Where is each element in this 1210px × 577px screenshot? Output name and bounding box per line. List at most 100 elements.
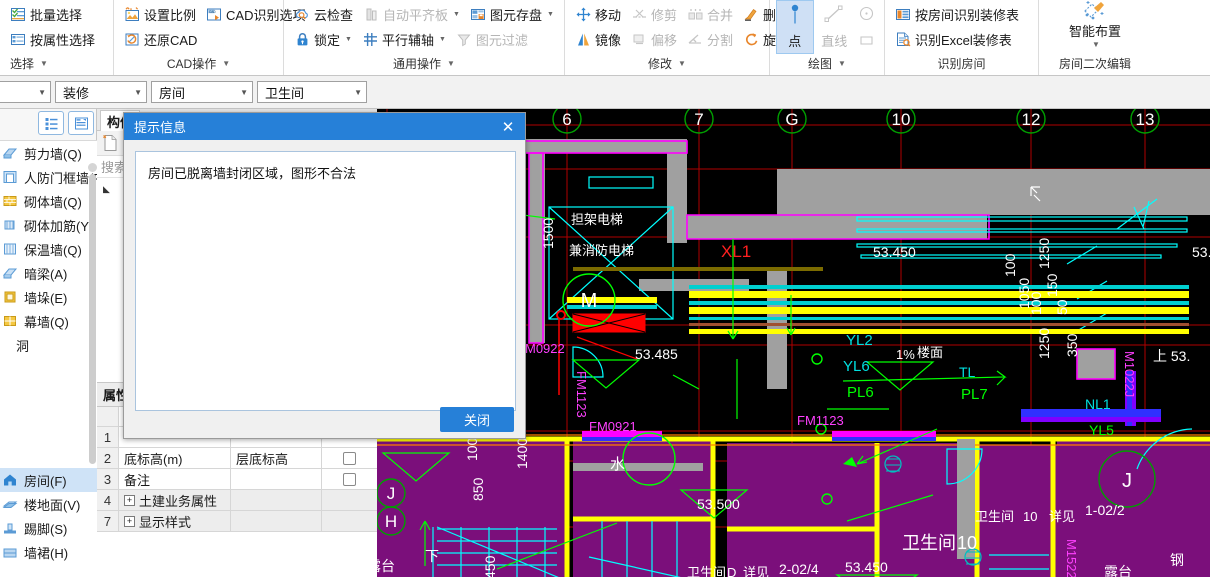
point-tool-label: 点 [788, 34, 802, 49]
batch-select-label: 批量选择 [30, 8, 83, 23]
expand-icon[interactable]: + [124, 494, 135, 506]
chevron-down-icon: ▼ [222, 58, 231, 68]
line-tool-label: 直线 [821, 34, 848, 49]
nav-scroll-up-arrow[interactable] [88, 163, 97, 172]
dialog-message: 房间已脱离墙封闭区域，图形不合法 [148, 166, 357, 181]
move-button[interactable]: 移动 [571, 3, 627, 27]
split-button[interactable]: 分割 [683, 28, 739, 52]
property-lock-checkbox[interactable] [343, 472, 356, 486]
sidebar-item-masonry-rebar[interactable]: 砌体加筋(Y) [0, 213, 97, 237]
dialog-title-text: 提示信息 [134, 120, 187, 135]
property-value[interactable] [231, 469, 322, 489]
auto-align-slab-button[interactable]: 自动平齐板 ▼ [359, 3, 466, 27]
ribbon-group-title-modify[interactable]: 修改 ▼ [571, 52, 763, 74]
rectangle-tool-button[interactable] [855, 29, 878, 53]
combo-discipline[interactable]: 装修 ▼ [55, 81, 147, 103]
cloud-check-button[interactable]: 云检查 [290, 3, 359, 27]
lock-label: 锁定 [314, 33, 341, 48]
save-element-button[interactable]: 图元存盘 ▼ [466, 3, 560, 27]
table-row[interactable]: 7 + 显示样式 [97, 511, 377, 532]
cad-annotation: 详见 [1049, 509, 1075, 524]
merge-button[interactable]: 合并 [683, 3, 739, 27]
point-icon [784, 1, 806, 31]
close-button[interactable]: 关闭 [440, 406, 514, 432]
cad-annotation: D [727, 565, 736, 577]
restore-cad-button[interactable]: 还原CAD [120, 28, 203, 52]
combo-category[interactable]: 房间 ▼ [151, 81, 253, 103]
dialog-message-area: 房间已脱离墙封闭区域，图形不合法 [135, 151, 516, 411]
sidebar-item-label: 房间(F) [24, 473, 67, 489]
sidebar-item-label: 洞 [16, 338, 30, 354]
sidebar-item-opening[interactable]: 洞 [0, 333, 97, 357]
recognize-excel-button[interactable]: 识别Excel装修表 [891, 28, 1018, 52]
trim-button[interactable]: 修剪 [627, 3, 683, 27]
sidebar-item-wainscot[interactable]: 墙裙(H) [0, 540, 97, 564]
property-lock-cell [322, 469, 377, 489]
cad-pipe-label: YL5 [1089, 422, 1114, 438]
chevron-down-icon: ▼ [678, 58, 686, 68]
ribbon-group-title-draw[interactable]: 绘图 ▼ [776, 52, 878, 74]
set-scale-icon [124, 6, 141, 23]
element-filter-button[interactable]: 图元过滤 [452, 28, 534, 52]
sidebar-item-hidden-beam[interactable]: 暗梁(A) [0, 261, 97, 285]
property-name: 土建业务属性 [139, 493, 218, 509]
new-document-icon[interactable] [101, 133, 120, 153]
combo-category-value: 房间 [159, 85, 186, 101]
select-by-property-button[interactable]: 按属性选择 [6, 28, 101, 52]
trim-icon [631, 6, 648, 23]
select-by-property-label: 按属性选择 [30, 33, 96, 48]
property-lock-checkbox[interactable] [343, 451, 356, 465]
smart-layout-button[interactable]: 智能布置 ▼ [1049, 1, 1141, 53]
batch-select-button[interactable]: 批量选择 [6, 3, 88, 27]
rectangle-icon [858, 32, 875, 49]
sidebar-item-floor[interactable]: 楼地面(V) [0, 492, 97, 516]
property-name: 备注 [119, 469, 231, 489]
table-row[interactable]: 4 + 土建业务属性 [97, 490, 377, 511]
sidebar-item-masonry-wall[interactable]: 砌体墙(Q) [0, 189, 97, 213]
ribbon-group-title-select[interactable]: 选择 ▼ [6, 52, 107, 74]
combo-empty[interactable]: ▼ [0, 81, 51, 103]
nav-item-list[interactable]: 剪力墙(Q) 人防门框墙(F) 砌体墙(Q) 砌体加筋(Y) [0, 140, 97, 577]
property-name-group[interactable]: + 显示样式 [119, 511, 231, 531]
ribbon-group-title-cad[interactable]: CAD操作 ▼ [120, 52, 277, 74]
cad-door-label: M1522 [1064, 539, 1079, 577]
table-row[interactable]: 2 底标高(m) 层底标高 [97, 448, 377, 469]
point-tool-button[interactable]: 点 [776, 0, 814, 54]
sidebar-item-skirting[interactable]: 踢脚(S) [0, 516, 97, 540]
combo-type[interactable]: 卫生间 ▼ [257, 81, 367, 103]
tree-collapse-arrow-icon[interactable]: ◣ [103, 184, 110, 194]
row-number-header [97, 407, 119, 426]
mirror-button[interactable]: 镜像 [571, 28, 627, 52]
recognize-by-room-button[interactable]: 按房间识别装修表 [891, 3, 1025, 27]
ribbon-row: 锁定 ▼ 平行辅轴 ▼ 图元过滤 [290, 27, 558, 52]
offset-button[interactable]: 偏移 [627, 28, 683, 52]
table-row[interactable]: 3 备注 [97, 469, 377, 490]
hidden-beam-icon [2, 265, 19, 282]
sidebar-item-curtain-wall[interactable]: 幕墙(Q) [0, 309, 97, 333]
sidebar-item-wall-pier[interactable]: 墙垛(E) [0, 285, 97, 309]
cad-elevation: 53.500 [697, 496, 740, 512]
sidebar-item-room[interactable]: 房间(F) [0, 468, 97, 492]
parallel-axis-button[interactable]: 平行辅轴 ▼ [358, 28, 452, 52]
lock-button[interactable]: 锁定 ▼ [290, 28, 358, 52]
ribbon-group-select: 批量选择 按属性选择 选择 ▼ [0, 0, 114, 75]
chevron-down-icon: ▼ [134, 87, 142, 97]
ribbon-group-title-common[interactable]: 通用操作 ▼ [290, 52, 558, 74]
set-scale-button[interactable]: 设置比例 [120, 3, 202, 27]
expand-icon[interactable]: + [124, 515, 135, 527]
close-icon[interactable]: ✕ [497, 116, 519, 138]
property-name-group[interactable]: + 土建业务属性 [119, 490, 231, 510]
nav-scrollbar-thumb[interactable] [89, 174, 96, 464]
cad-recognize-options-icon: CAD [206, 6, 223, 23]
property-value[interactable]: 层底标高 [231, 448, 322, 468]
circle-tool-button[interactable] [855, 2, 878, 26]
detail-view-icon[interactable] [68, 111, 94, 135]
sidebar-item-insulation-wall[interactable]: 保温墙(Q) [0, 237, 97, 261]
ribbon-row: 按房间识别装修表 [891, 2, 1032, 27]
property-name: 显示样式 [139, 514, 192, 530]
sidebar-item-civil-defense-door-wall[interactable]: 人防门框墙(F) [0, 165, 97, 189]
sidebar-item-shear-wall[interactable]: 剪力墙(Q) [0, 141, 97, 165]
line-tool-button[interactable]: 直线 [816, 0, 854, 54]
list-view-icon[interactable] [38, 111, 64, 135]
cad-pipe-label: PL6 [847, 384, 874, 401]
